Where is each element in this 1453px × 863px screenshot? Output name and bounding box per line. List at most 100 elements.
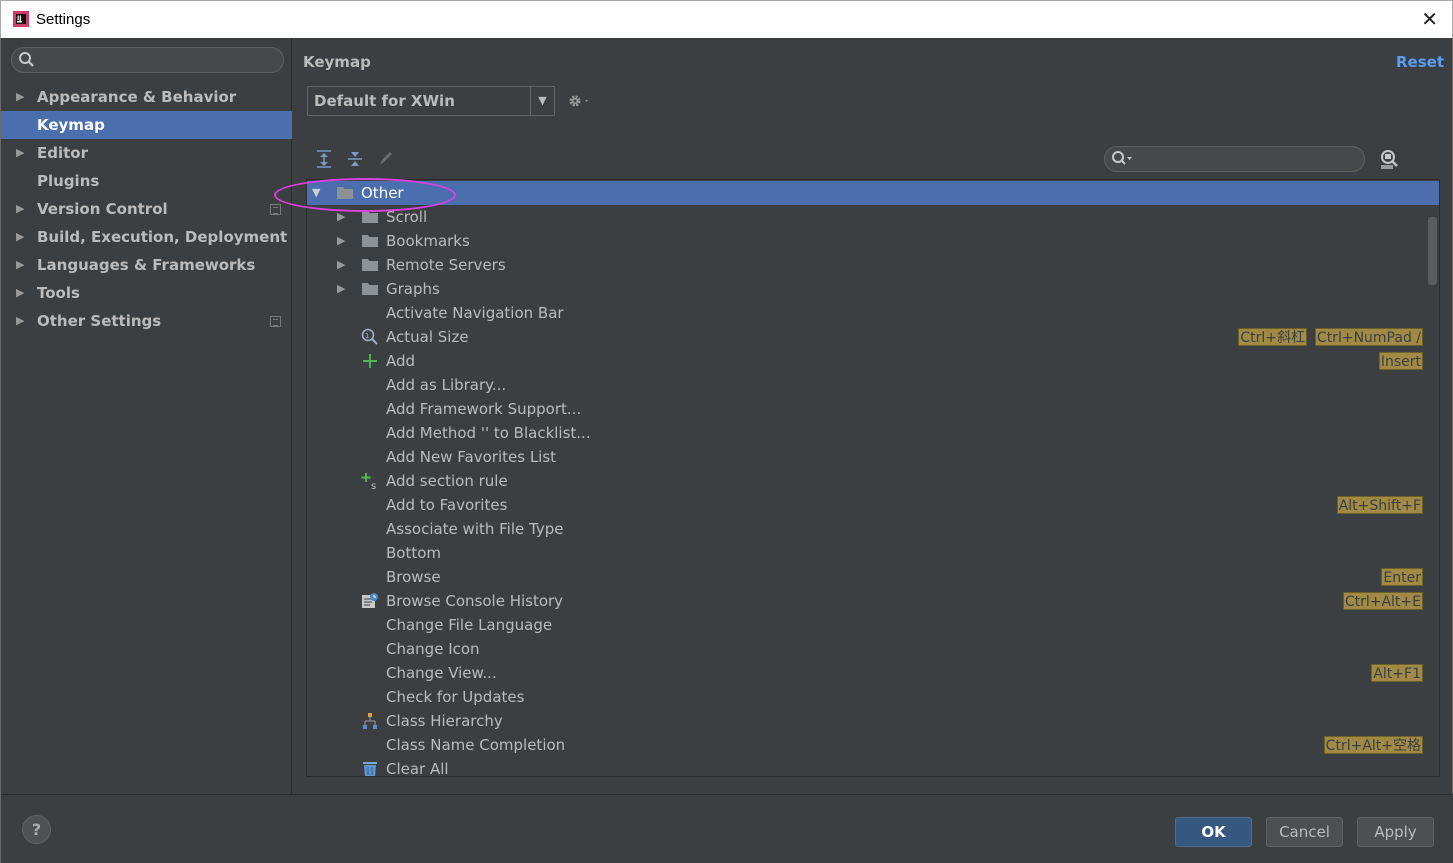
apply-button[interactable]: Apply xyxy=(1357,817,1434,847)
intellij-app-icon: IJ xyxy=(13,11,29,27)
tree-row-label: Add New Favorites List xyxy=(386,448,557,466)
reset-link[interactable]: Reset xyxy=(1396,53,1444,71)
chevron-right-icon[interactable]: ▶ xyxy=(16,195,24,223)
sidebar-item-label: Plugins xyxy=(37,172,100,190)
sidebar-item-version-control[interactable]: ▶ Version Control xyxy=(1,195,292,223)
tree-row[interactable]: ▶ Remote Servers xyxy=(307,253,1439,277)
tree-group-row[interactable]: ▼ Other xyxy=(307,181,1439,205)
expand-all-icon[interactable] xyxy=(315,149,333,169)
project-level-icon xyxy=(270,316,281,327)
chevron-right-icon[interactable]: ▶ xyxy=(16,279,24,307)
hierarchy-icon xyxy=(361,712,379,730)
tree-row[interactable]: Change View... Alt+F1 xyxy=(307,661,1439,685)
tree-row[interactable]: Browse Console History Ctrl+Alt+E xyxy=(307,589,1439,613)
tree-row-label: Bottom xyxy=(386,544,442,562)
tree-row[interactable]: Activate Navigation Bar xyxy=(307,301,1439,325)
tree-row[interactable]: Add as Library... xyxy=(307,373,1439,397)
sidebar-search-input[interactable] xyxy=(11,47,284,73)
cancel-button[interactable]: Cancel xyxy=(1266,817,1343,847)
tree-row-label: Change File Language xyxy=(386,616,553,634)
zoom-actual-icon: 1 xyxy=(361,328,379,346)
tree-row-label: Change Icon xyxy=(386,640,480,658)
tree-row[interactable]: Add Method '' to Blacklist... xyxy=(307,421,1439,445)
help-button[interactable]: ? xyxy=(22,815,51,844)
collapse-all-icon[interactable] xyxy=(346,149,364,169)
shortcut-badge: Insert xyxy=(1378,352,1423,370)
tree-row[interactable]: Class Name Completion Ctrl+Alt+空格 xyxy=(307,733,1439,757)
chevron-right-icon[interactable]: ▶ xyxy=(16,307,24,335)
chevron-right-icon[interactable]: ▶ xyxy=(337,277,345,301)
chevron-right-icon[interactable]: ▶ xyxy=(337,253,345,277)
tree-row-label: Bookmarks xyxy=(386,232,470,250)
tree-scrollbar[interactable] xyxy=(1428,217,1437,285)
tree-row-label: Browse xyxy=(386,568,441,586)
sidebar-item-languages-frameworks[interactable]: ▶ Languages & Frameworks xyxy=(1,251,292,279)
shortcut-badge: Ctrl+NumPad / xyxy=(1314,328,1423,346)
sidebar-item-build-execution-deployment[interactable]: ▶ Build, Execution, Deployment xyxy=(1,223,292,251)
tree-row-label: Check for Updates xyxy=(386,688,525,706)
page-title: Keymap xyxy=(303,53,371,71)
trash-icon xyxy=(361,760,379,776)
shortcut-badge: Alt+F1 xyxy=(1371,664,1423,682)
sidebar-item-other-settings[interactable]: ▶ Other Settings xyxy=(1,307,292,335)
tree-row[interactable]: 1 Actual Size Ctrl+斜杠 Ctrl+NumPad / xyxy=(307,325,1439,349)
chevron-right-icon[interactable]: ▶ xyxy=(337,229,345,253)
tree-row[interactable]: s Add section rule xyxy=(307,469,1439,493)
sidebar-item-keymap[interactable]: Keymap xyxy=(1,111,292,139)
tree-row[interactable]: Browse Enter xyxy=(307,565,1439,589)
console-history-icon xyxy=(361,592,379,610)
chevron-down-icon[interactable]: ▼ xyxy=(530,87,554,115)
find-by-shortcut-icon[interactable] xyxy=(1378,148,1402,170)
tree-row[interactable]: ▶ Scroll xyxy=(307,205,1439,229)
folder-icon xyxy=(361,256,379,274)
tree-row[interactable]: ▶ Bookmarks xyxy=(307,229,1439,253)
keymap-select[interactable]: Default for XWin ▼ xyxy=(307,86,555,116)
tree-row[interactable]: Check for Updates xyxy=(307,685,1439,709)
shortcut-badge: Ctrl+Alt+E xyxy=(1342,592,1423,610)
tree-row[interactable]: Clear All xyxy=(307,757,1439,776)
tree-row-label: Activate Navigation Bar xyxy=(386,304,564,322)
svg-text:IJ: IJ xyxy=(17,15,21,22)
chevron-right-icon[interactable]: ▶ xyxy=(16,139,24,167)
sidebar-item-label: Keymap xyxy=(37,116,105,134)
tree-row[interactable]: Add to Favorites Alt+Shift+F xyxy=(307,493,1439,517)
tree-row[interactable]: Class Hierarchy xyxy=(307,709,1439,733)
close-icon[interactable]: ✕ xyxy=(1421,9,1438,29)
window-titlebar: IJ Settings ✕ xyxy=(0,0,1453,38)
sidebar-item-tools[interactable]: ▶ Tools xyxy=(1,279,292,307)
keymap-search-input[interactable] xyxy=(1104,146,1365,172)
sidebar-item-label: Other Settings xyxy=(37,312,162,330)
chevron-right-icon[interactable]: ▶ xyxy=(16,251,24,279)
sidebar-item-plugins[interactable]: Plugins xyxy=(1,167,292,195)
tree-row[interactable]: Add New Favorites List xyxy=(307,445,1439,469)
tree-row-label: Remote Servers xyxy=(386,256,506,274)
tree-row-label: Add Method '' to Blacklist... xyxy=(386,424,591,442)
edit-icon[interactable] xyxy=(377,149,395,169)
shortcut-badge: Ctrl+斜杠 xyxy=(1238,328,1307,346)
svg-text:s: s xyxy=(371,481,376,490)
sidebar-item-label: Editor xyxy=(37,144,88,162)
tree-row[interactable]: ▶ Graphs xyxy=(307,277,1439,301)
tree-row[interactable]: Associate with File Type xyxy=(307,517,1439,541)
gear-icon[interactable] xyxy=(567,91,593,111)
sidebar-item-editor[interactable]: ▶ Editor xyxy=(1,139,292,167)
ok-button[interactable]: OK xyxy=(1175,817,1252,847)
chevron-right-icon[interactable]: ▶ xyxy=(16,223,24,251)
svg-text:1: 1 xyxy=(365,332,369,340)
settings-sidebar: ▶ Appearance & Behavior Keymap ▶ Editor Plugi… xyxy=(1,38,292,794)
dialog-footer: ? OK Cancel Apply xyxy=(1,794,1453,863)
chevron-right-icon[interactable]: ▶ xyxy=(16,83,24,111)
shortcut-badge: Alt+Shift+F xyxy=(1336,496,1423,514)
tree-row[interactable]: Add Insert xyxy=(307,349,1439,373)
sidebar-item-label: Languages & Frameworks xyxy=(37,256,256,274)
add-section-icon: s xyxy=(361,472,379,492)
tree-row-label: Class Hierarchy xyxy=(386,712,503,730)
tree-row[interactable]: Change Icon xyxy=(307,637,1439,661)
sidebar-item-label: Version Control xyxy=(37,200,168,218)
tree-row[interactable]: Change File Language xyxy=(307,613,1439,637)
tree-row-label: Add section rule xyxy=(386,472,508,490)
tree-row[interactable]: Add Framework Support... xyxy=(307,397,1439,421)
sidebar-item-appearance-behavior[interactable]: ▶ Appearance & Behavior xyxy=(1,83,292,111)
tree-row[interactable]: Bottom xyxy=(307,541,1439,565)
shortcut-badge: Enter xyxy=(1381,568,1423,586)
